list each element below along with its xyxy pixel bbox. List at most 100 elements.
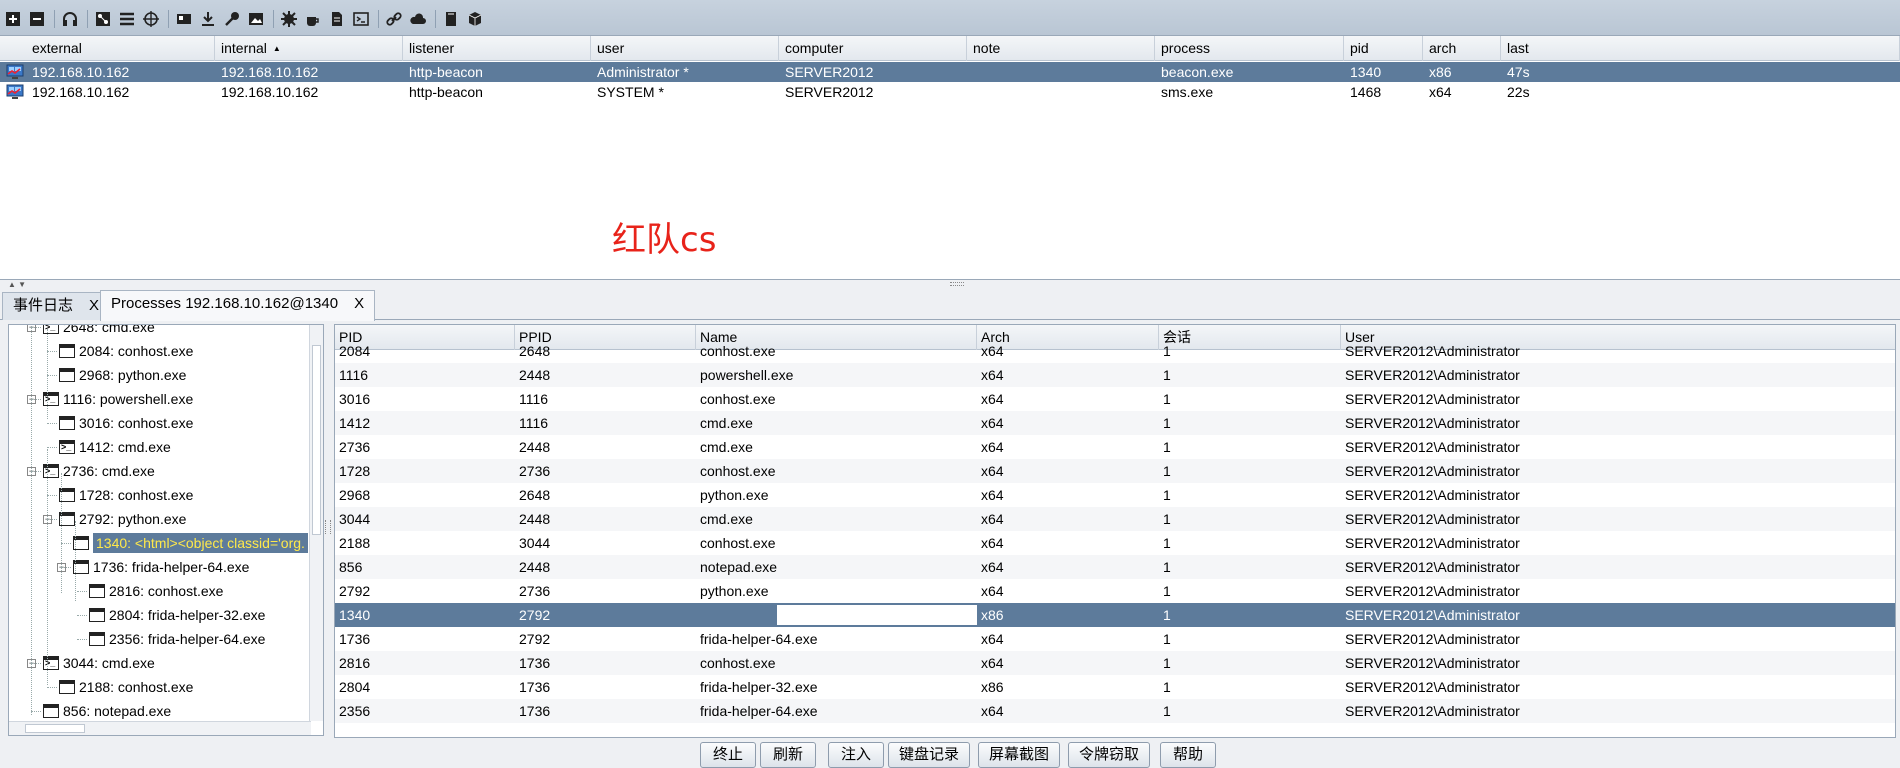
pivot-graph-icon[interactable]	[94, 10, 112, 28]
window-icon	[59, 344, 75, 358]
splitter-arrows-icon[interactable]: ▲ ▼	[8, 280, 26, 289]
link-icon[interactable]	[385, 10, 403, 28]
keys-icon[interactable]	[223, 10, 241, 28]
cell-session: 1	[1163, 535, 1171, 551]
session-list-icon[interactable]	[118, 10, 136, 28]
tree-node[interactable]: 1116: powershell.exe	[43, 387, 193, 411]
tree-node[interactable]: 2648: cmd.exe	[43, 325, 155, 339]
cell-name: conhost.exe	[700, 463, 776, 479]
column-header-note[interactable]: note	[967, 36, 1155, 61]
process-row[interactable]: 2736 2448 cmd.exe x64 1 SERVER2012\Administra…	[335, 435, 1895, 459]
tree-node[interactable]: 2816: conhost.exe	[89, 579, 223, 603]
tab-close-button[interactable]: X	[89, 297, 99, 314]
process-row[interactable]: 2816 1736 conhost.exe x64 1 SERVER2012\Admini…	[335, 651, 1895, 675]
process-row[interactable]: 2792 2736 python.exe x64 1 SERVER2012\Adminis…	[335, 579, 1895, 603]
tree-node[interactable]: 2356: frida-helper-64.exe	[89, 627, 265, 651]
console-icon[interactable]	[352, 10, 370, 28]
tree-node[interactable]: 1340: <html><object classid='org.	[73, 531, 308, 555]
process-row[interactable]: 3016 1116 conhost.exe x64 1 SERVER2012\Admini…	[335, 387, 1895, 411]
tree-node[interactable]: 1736: frida-helper-64.exe	[73, 555, 249, 579]
tree-node[interactable]: 856: notepad.exe	[43, 699, 171, 723]
tree-node[interactable]: 2736: cmd.exe	[43, 459, 155, 483]
headphones-icon[interactable]	[61, 10, 79, 28]
beacon-row[interactable]: 192.168.10.162 192.168.10.162 http-beacon S…	[0, 82, 1900, 102]
process-row[interactable]: 856 2448 notepad.exe x64 1 SERVER2012\Adminis…	[335, 555, 1895, 579]
console-window-icon	[59, 435, 75, 459]
cell-user: SERVER2012\Administrator	[1345, 439, 1520, 455]
cell-arch: x64	[981, 343, 1004, 359]
tree-node[interactable]: 1412: cmd.exe	[59, 435, 171, 459]
disconnect-icon[interactable]	[28, 10, 46, 28]
new-connection-icon[interactable]	[4, 10, 22, 28]
watermark-text: 红队cs	[612, 220, 717, 260]
process-row[interactable]: 3044 2448 cmd.exe x64 1 SERVER2012\Administra…	[335, 507, 1895, 531]
column-header-listener[interactable]: listener	[403, 36, 591, 61]
tab-event-log[interactable]: 事件日志 X	[2, 292, 111, 320]
tree-table-divider[interactable]	[325, 520, 331, 534]
windows-host-icon	[6, 64, 24, 80]
beacon-row[interactable]: 192.168.10.162 192.168.10.162 http-beacon A…	[0, 62, 1900, 82]
book-icon[interactable]	[442, 10, 460, 28]
cell-name: cmd.exe	[700, 511, 753, 527]
cell-name: frida-helper-64.exe	[700, 703, 818, 719]
cell-computer: SERVER2012	[785, 64, 874, 80]
credentials-icon[interactable]	[175, 10, 193, 28]
process-row[interactable]: 1340 2792 x86 1 SERVER2012\Administrator	[335, 603, 1895, 627]
window-icon	[89, 608, 105, 622]
column-header-last[interactable]: last	[1501, 36, 1900, 61]
cell-user: SERVER2012\Administrator	[1345, 511, 1520, 527]
kill-button[interactable]: 终止	[700, 742, 756, 768]
process-row[interactable]: 1728 2736 conhost.exe x64 1 SERVER2012\Admini…	[335, 459, 1895, 483]
tree-node[interactable]: 3016: conhost.exe	[59, 411, 193, 435]
pane-splitter[interactable]: ▲ ▼	[0, 280, 1900, 290]
column-header-arch[interactable]: arch	[1423, 36, 1501, 61]
settings-icon[interactable]	[280, 10, 298, 28]
cube-icon[interactable]	[466, 10, 484, 28]
inject-button[interactable]: 注入	[828, 742, 884, 768]
tree-node[interactable]: 2084: conhost.exe	[59, 339, 193, 363]
coffee-icon[interactable]	[304, 10, 322, 28]
cloud-icon[interactable]	[409, 10, 427, 28]
tab-processes[interactable]: Processes 192.168.10.162@1340 X	[100, 290, 376, 321]
help-button[interactable]: 帮助	[1160, 742, 1216, 768]
screenshot-icon[interactable]	[247, 10, 265, 28]
process-row[interactable]: 1412 1116 cmd.exe x64 1 SERVER2012\Administra…	[335, 411, 1895, 435]
column-header-external[interactable]: external	[26, 36, 215, 61]
steal-token-button[interactable]: 令牌窃取	[1068, 742, 1150, 768]
tree-node[interactable]: 2968: python.exe	[59, 363, 186, 387]
process-row[interactable]: 2356 1736 frida-helper-64.exe x64 1 SERVER201…	[335, 699, 1895, 723]
cell-session: 1	[1163, 607, 1171, 623]
screenshot-button[interactable]: 屏幕截图	[978, 742, 1060, 768]
splitter-grip[interactable]	[950, 282, 964, 286]
column-header-user[interactable]: user	[591, 36, 779, 61]
process-row[interactable]: 2968 2648 python.exe x64 1 SERVER2012\Adminis…	[335, 483, 1895, 507]
column-header-process[interactable]: process	[1155, 36, 1344, 61]
tree-node[interactable]: 2188: conhost.exe	[59, 675, 193, 699]
process-row[interactable]: 1116 2448 powershell.exe x64 1 SERVER2012\Adm…	[335, 363, 1895, 387]
tree-node[interactable]: 2804: frida-helper-32.exe	[89, 603, 265, 627]
tree-connector	[31, 471, 41, 472]
refresh-button[interactable]: 刷新	[760, 742, 816, 768]
column-header-pid[interactable]: pid	[1344, 36, 1423, 61]
document-icon[interactable]	[328, 10, 346, 28]
tree-node[interactable]: 2792: python.exe	[59, 507, 186, 531]
process-name-edit-field[interactable]	[777, 605, 977, 625]
process-tree[interactable]: 2648: cmd.exe−2084: conhost.exe2968: pyt…	[8, 324, 324, 736]
scrollbar-thumb[interactable]	[312, 345, 321, 535]
process-row[interactable]: 2804 1736 frida-helper-32.exe x86 1 SERVER201…	[335, 675, 1895, 699]
keylogger-button[interactable]: 键盘记录	[888, 742, 970, 768]
tree-horizontal-scrollbar[interactable]	[9, 721, 311, 735]
process-row[interactable]: 2084 2648 conhost.exe x64 1 SERVER2012\Admini…	[335, 339, 1895, 363]
tree-node[interactable]: 1728: conhost.exe	[59, 483, 193, 507]
target-icon[interactable]	[142, 10, 160, 28]
column-header-computer[interactable]: computer	[779, 36, 967, 61]
download-icon[interactable]	[199, 10, 217, 28]
process-row[interactable]: 1736 2792 frida-helper-64.exe x64 1 SERVER201…	[335, 627, 1895, 651]
tab-close-button[interactable]: X	[354, 295, 364, 312]
cell-pid: 1736	[339, 631, 371, 647]
column-header-internal[interactable]: internal ▲	[215, 36, 403, 61]
process-row[interactable]: 2188 3044 conhost.exe x64 1 SERVER2012\Admini…	[335, 531, 1895, 555]
tree-vertical-scrollbar[interactable]	[309, 325, 323, 721]
tree-node[interactable]: 3044: cmd.exe	[43, 651, 155, 675]
scrollbar-thumb[interactable]	[25, 724, 85, 733]
